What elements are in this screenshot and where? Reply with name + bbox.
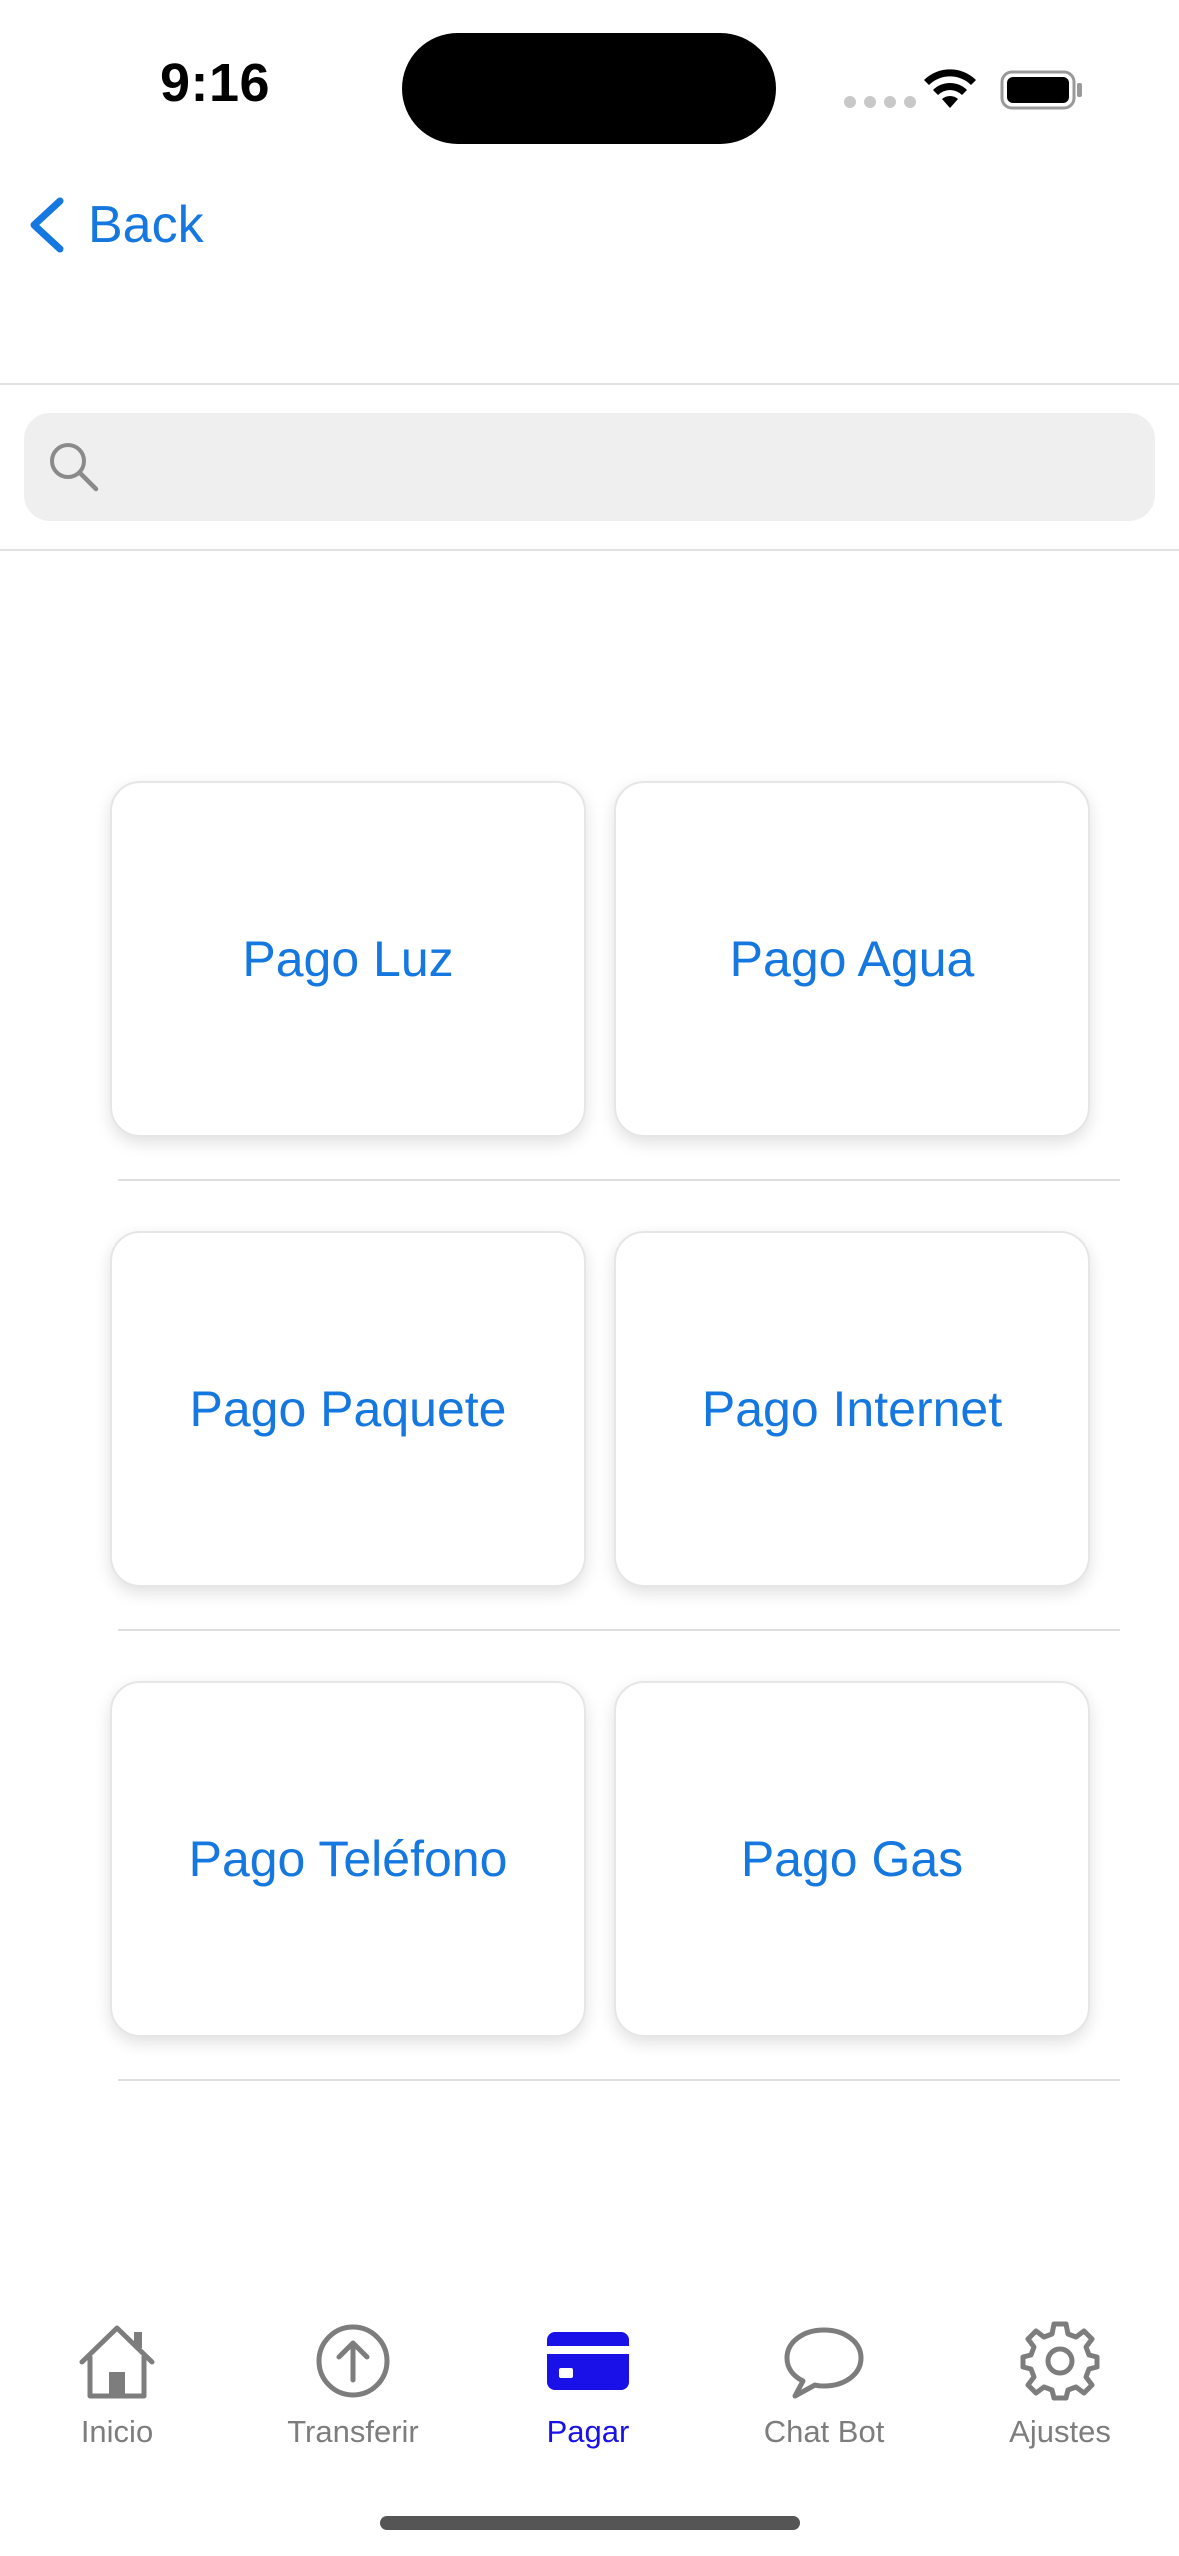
back-label: Back: [88, 196, 204, 254]
pago-gas-button[interactable]: Pago Gas: [614, 1681, 1090, 2037]
row-divider: [118, 1179, 1120, 1181]
pago-agua-button[interactable]: Pago Agua: [614, 781, 1090, 1137]
pago-internet-label: Pago Internet: [701, 1381, 1003, 1437]
search-bar[interactable]: [24, 413, 1155, 521]
tab-ajustes[interactable]: Ajustes: [960, 2318, 1160, 2450]
tab-ajustes-label: Ajustes: [1009, 2414, 1111, 2449]
pago-paquete-button[interactable]: Pago Paquete: [110, 1231, 586, 1587]
tab-transferir-label: Transferir: [287, 2414, 419, 2449]
battery-icon: [1000, 70, 1082, 110]
pago-internet-button[interactable]: Pago Internet: [614, 1231, 1090, 1587]
pago-telefono-button[interactable]: Pago Teléfono: [110, 1681, 586, 2037]
row-divider: [118, 1629, 1120, 1631]
search-input[interactable]: [120, 413, 1155, 521]
gear-icon: [1020, 2321, 1100, 2401]
header-divider: [0, 383, 1179, 385]
pago-paquete-label: Pago Paquete: [189, 1381, 507, 1437]
row-divider: [118, 2079, 1120, 2081]
chat-bubble-icon: [784, 2327, 864, 2399]
arrow-up-circle-icon: [316, 2324, 390, 2398]
tab-inicio[interactable]: Inicio: [17, 2318, 217, 2450]
status-time: 9:16: [160, 53, 271, 113]
home-indicator[interactable]: [380, 2516, 800, 2530]
dynamic-island: [402, 33, 776, 144]
pago-agua-label: Pago Agua: [729, 931, 975, 987]
search-divider: [0, 549, 1179, 551]
tab-chat-bot-label: Chat Bot: [763, 2414, 885, 2449]
pago-luz-label: Pago Luz: [242, 931, 454, 987]
search-icon: [50, 443, 99, 492]
pago-luz-button[interactable]: Pago Luz: [110, 781, 586, 1137]
pago-telefono-label: Pago Teléfono: [188, 1831, 508, 1887]
tab-pagar-label: Pagar: [546, 2414, 630, 2449]
cellular-signal-icon: [844, 96, 916, 108]
tab-chat-bot[interactable]: Chat Bot: [724, 2318, 924, 2450]
wifi-icon: [924, 69, 976, 108]
credit-card-icon: [547, 2332, 629, 2390]
house-icon: [79, 2325, 155, 2399]
chevron-left-icon: [30, 197, 64, 253]
tab-pagar[interactable]: Pagar: [488, 2318, 688, 2450]
pago-gas-label: Pago Gas: [740, 1831, 964, 1887]
tab-transferir[interactable]: Transferir: [253, 2318, 453, 2450]
back-button[interactable]: Back: [24, 190, 204, 260]
tab-inicio-label: Inicio: [80, 2414, 154, 2449]
